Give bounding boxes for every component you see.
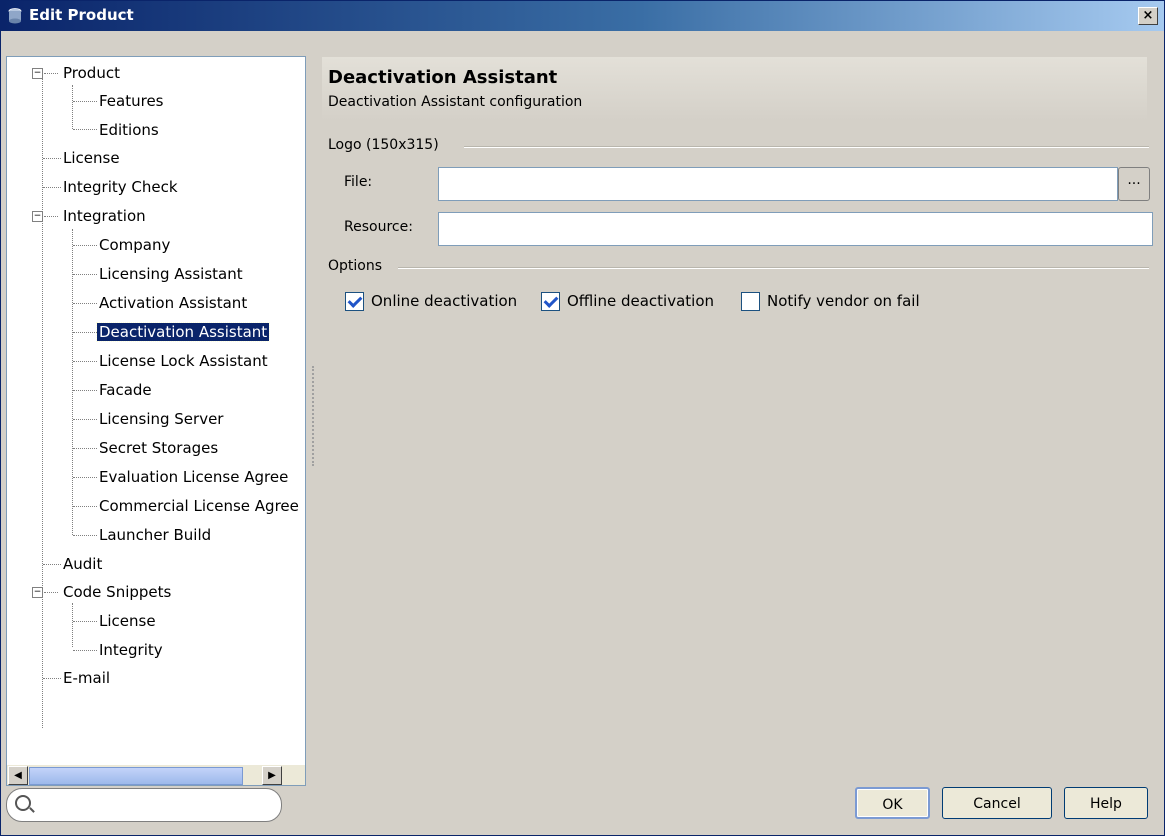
product-tree: − Product Features Editions License Inte… bbox=[7, 57, 305, 757]
logo-group-divider bbox=[464, 146, 1149, 148]
options-group-divider bbox=[398, 267, 1149, 269]
tree-item-code-snippets[interactable]: Code Snippets bbox=[61, 581, 173, 603]
page-subtitle: Deactivation Assistant configuration bbox=[328, 94, 583, 110]
scroll-left-icon[interactable]: ◀ bbox=[8, 766, 28, 785]
scroll-right-icon[interactable]: ▶ bbox=[262, 766, 282, 785]
tree-item-launcher-build[interactable]: Launcher Build bbox=[97, 524, 213, 546]
tree-item-licensing-server[interactable]: Licensing Server bbox=[97, 408, 225, 430]
tree-item-features[interactable]: Features bbox=[97, 90, 166, 112]
tree-search-box bbox=[6, 788, 282, 822]
offline-deactivation-label: Offline deactivation bbox=[567, 292, 715, 310]
cancel-button[interactable]: Cancel bbox=[942, 787, 1052, 819]
tree-item-secret-storages[interactable]: Secret Storages bbox=[97, 437, 220, 459]
page-title: Deactivation Assistant bbox=[328, 67, 558, 88]
ok-button[interactable]: OK bbox=[855, 787, 930, 819]
online-deactivation-label: Online deactivation bbox=[371, 292, 518, 310]
browse-file-button[interactable]: ... bbox=[1118, 167, 1150, 201]
tree-item-licensing-assistant[interactable]: Licensing Assistant bbox=[97, 263, 245, 285]
tree-item-license-lock-assistant[interactable]: License Lock Assistant bbox=[97, 350, 270, 372]
file-field[interactable] bbox=[438, 167, 1118, 201]
product-collapse-icon[interactable]: − bbox=[32, 68, 43, 79]
logo-group-label: Logo (150x315) bbox=[328, 137, 439, 153]
online-deactivation-checkbox[interactable] bbox=[345, 292, 364, 311]
tree-item-product[interactable]: Product bbox=[61, 62, 122, 84]
title-bar: Edit Product × bbox=[1, 1, 1164, 31]
integration-collapse-icon[interactable]: − bbox=[32, 211, 43, 222]
product-tree-panel: − Product Features Editions License Inte… bbox=[6, 56, 306, 786]
resource-field[interactable] bbox=[438, 212, 1153, 246]
code-snippets-collapse-icon[interactable]: − bbox=[32, 587, 43, 598]
tree-item-integrity-check[interactable]: Integrity Check bbox=[61, 176, 180, 198]
tree-item-activation-assistant[interactable]: Activation Assistant bbox=[97, 292, 249, 314]
tree-item-integration[interactable]: Integration bbox=[61, 205, 148, 227]
search-icon bbox=[15, 795, 31, 811]
tree-horizontal-scrollbar[interactable]: ◀ ▶ bbox=[7, 765, 305, 785]
close-button[interactable]: × bbox=[1138, 7, 1158, 25]
file-label: File: bbox=[344, 174, 373, 190]
panel-splitter[interactable] bbox=[312, 366, 316, 466]
tree-item-snippet-integrity[interactable]: Integrity bbox=[97, 639, 165, 661]
tree-item-license[interactable]: License bbox=[61, 147, 122, 169]
scroll-thumb[interactable] bbox=[29, 767, 243, 785]
window-title: Edit Product bbox=[29, 6, 134, 24]
tree-item-audit[interactable]: Audit bbox=[61, 553, 104, 575]
notify-vendor-checkbox[interactable] bbox=[741, 292, 760, 311]
tree-item-editions[interactable]: Editions bbox=[97, 119, 161, 141]
notify-vendor-label: Notify vendor on fail bbox=[767, 292, 920, 310]
tree-item-email[interactable]: E-mail bbox=[61, 667, 112, 689]
resource-label: Resource: bbox=[344, 219, 413, 235]
help-button[interactable]: Help bbox=[1064, 787, 1148, 819]
options-group-label: Options bbox=[328, 258, 383, 274]
search-input[interactable] bbox=[41, 794, 275, 816]
product-icon bbox=[8, 8, 22, 24]
tree-item-evaluation-license-agreement[interactable]: Evaluation License Agree bbox=[97, 466, 290, 488]
tree-item-facade[interactable]: Facade bbox=[97, 379, 154, 401]
tree-item-company[interactable]: Company bbox=[97, 234, 172, 256]
tree-item-snippet-license[interactable]: License bbox=[97, 610, 158, 632]
offline-deactivation-checkbox[interactable] bbox=[541, 292, 560, 311]
tree-item-deactivation-assistant[interactable]: Deactivation Assistant bbox=[95, 321, 271, 343]
tree-item-commercial-license-agreement[interactable]: Commercial License Agree bbox=[97, 495, 301, 517]
